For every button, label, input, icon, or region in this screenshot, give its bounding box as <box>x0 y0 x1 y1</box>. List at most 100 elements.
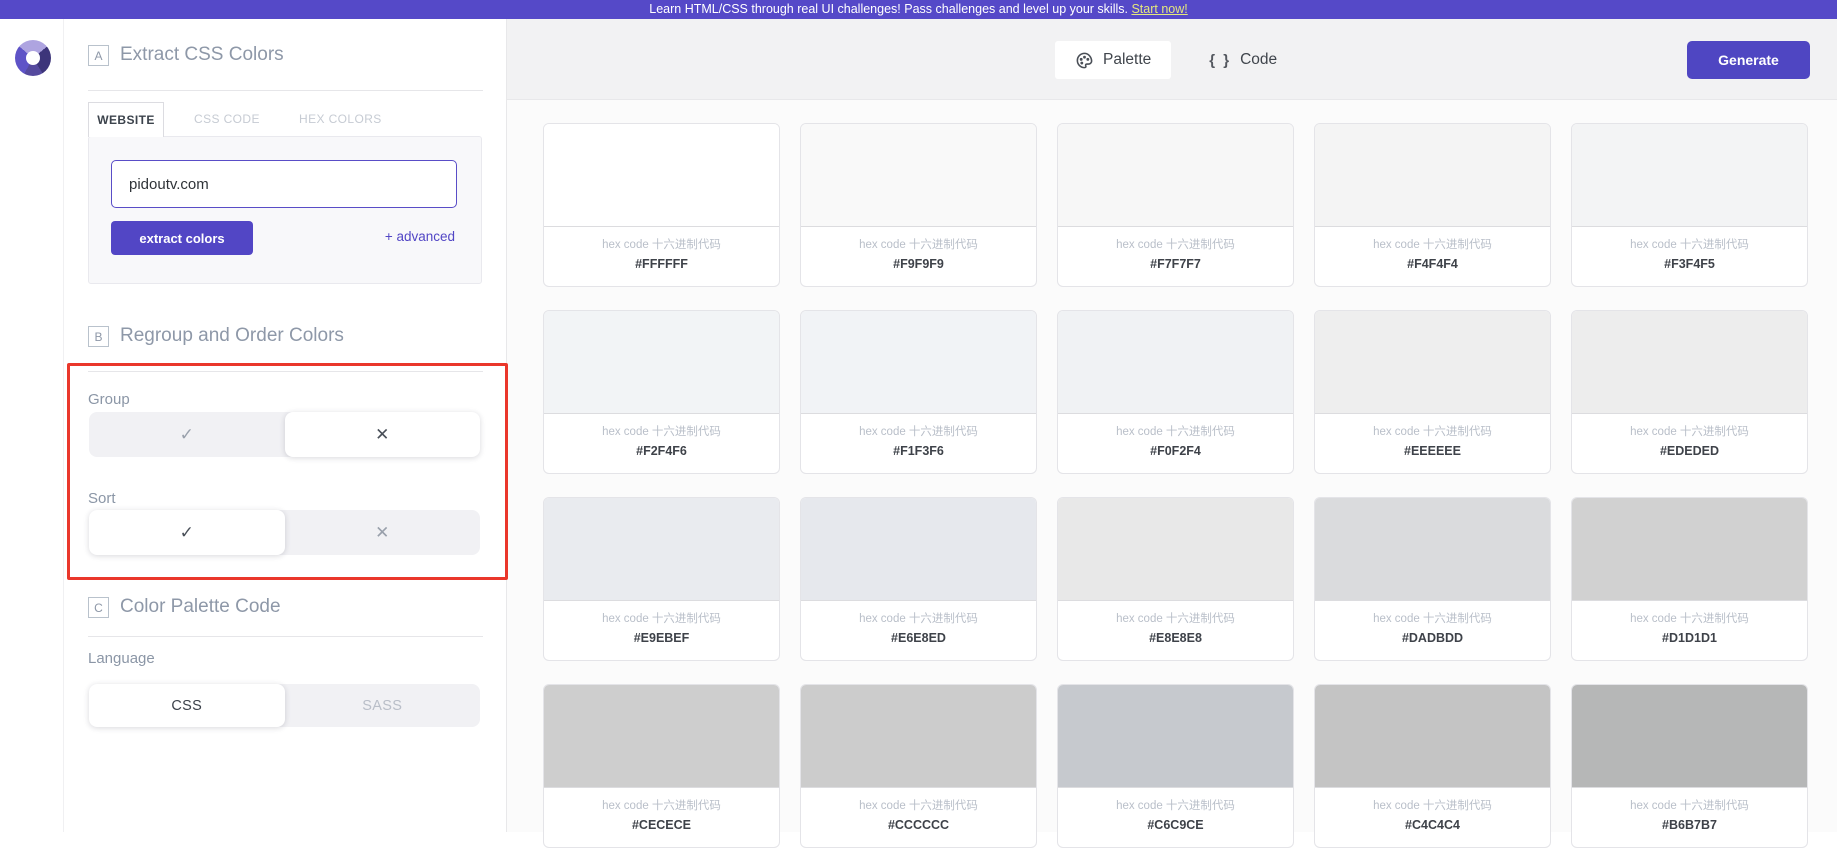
color-card[interactable]: hex code 十六进制代码 #F4F4F4 <box>1314 123 1551 287</box>
hex-code-caption: hex code 十六进制代码 <box>1315 610 1550 626</box>
language-css-option[interactable]: CSS <box>89 684 285 727</box>
section-a-heading: A Extract CSS Colors <box>88 43 284 67</box>
color-swatch <box>1315 311 1550 414</box>
color-card[interactable]: hex code 十六进制代码 #F7F7F7 <box>1057 123 1294 287</box>
hex-value: #F3F4F5 <box>1572 257 1807 271</box>
section-b-heading: B Regroup and Order Colors <box>88 324 344 348</box>
hex-value: #D1D1D1 <box>1572 631 1807 645</box>
section-b-title: Regroup and Order Colors <box>120 325 344 347</box>
sidebar: A Extract CSS Colors WEBSITE CSS CODE HE… <box>64 19 507 832</box>
section-a-letter: A <box>88 45 109 66</box>
language-sass-option[interactable]: SASS <box>285 684 481 727</box>
app-logo-icon[interactable] <box>15 40 51 76</box>
hex-code-caption: hex code 十六进制代码 <box>801 236 1036 252</box>
color-swatch <box>544 311 779 414</box>
group-toggle: ✓ ✕ <box>89 412 480 457</box>
color-card[interactable]: hex code 十六进制代码 #F0F2F4 <box>1057 310 1294 474</box>
color-card-label: hex code 十六进制代码 #F1F3F6 <box>801 414 1036 458</box>
color-swatch <box>1058 498 1293 601</box>
hex-value: #F7F7F7 <box>1058 257 1293 271</box>
hex-code-caption: hex code 十六进制代码 <box>544 797 779 813</box>
section-c-divider <box>88 636 483 637</box>
hex-value: #C4C4C4 <box>1315 818 1550 832</box>
color-card-label: hex code 十六进制代码 #E6E8ED <box>801 601 1036 645</box>
color-card[interactable]: hex code 十六进制代码 #E6E8ED <box>800 497 1037 661</box>
color-card[interactable]: hex code 十六进制代码 #B6B7B7 <box>1571 684 1808 848</box>
hex-value: #E9EBEF <box>544 631 779 645</box>
hex-code-caption: hex code 十六进制代码 <box>1058 423 1293 439</box>
color-card[interactable]: hex code 十六进制代码 #E8E8E8 <box>1057 497 1294 661</box>
color-swatch <box>1315 685 1550 788</box>
color-swatch <box>544 124 779 227</box>
hex-value: #EDEDED <box>1572 444 1807 458</box>
color-card-label: hex code 十六进制代码 #F4F4F4 <box>1315 227 1550 271</box>
section-a-title: Extract CSS Colors <box>120 44 284 66</box>
color-swatch <box>1058 685 1293 788</box>
main-header: Palette { } Code Generate <box>507 19 1837 100</box>
hex-code-caption: hex code 十六进制代码 <box>801 423 1036 439</box>
color-card[interactable]: hex code 十六进制代码 #E9EBEF <box>543 497 780 661</box>
hex-code-caption: hex code 十六进制代码 <box>544 236 779 252</box>
view-toggle: Palette { } Code <box>1055 41 1277 79</box>
color-card[interactable]: hex code 十六进制代码 #C4C4C4 <box>1314 684 1551 848</box>
hex-code-caption: hex code 十六进制代码 <box>801 610 1036 626</box>
website-url-input[interactable] <box>111 160 457 208</box>
color-card[interactable]: hex code 十六进制代码 #F2F4F6 <box>543 310 780 474</box>
sort-toggle: ✓ ✕ <box>89 510 480 555</box>
color-card[interactable]: hex code 十六进制代码 #F3F4F5 <box>1571 123 1808 287</box>
color-card[interactable]: hex code 十六进制代码 #CECECE <box>543 684 780 848</box>
color-swatch <box>544 685 779 788</box>
color-swatch <box>1058 311 1293 414</box>
color-card-label: hex code 十六进制代码 #FFFFFF <box>544 227 779 271</box>
extract-colors-button[interactable]: extract colors <box>111 221 253 255</box>
hex-value: #EEEEEE <box>1315 444 1550 458</box>
color-swatch <box>1315 124 1550 227</box>
language-toggle: CSS SASS <box>89 684 480 727</box>
tab-code[interactable]: { } Code <box>1209 51 1277 69</box>
color-card-label: hex code 十六进制代码 #F7F7F7 <box>1058 227 1293 271</box>
color-card-label: hex code 十六进制代码 #EEEEEE <box>1315 414 1550 458</box>
promo-banner: Learn HTML/CSS through real UI challenge… <box>0 0 1837 19</box>
group-yes-option[interactable]: ✓ <box>89 412 285 457</box>
promo-text: Learn HTML/CSS through real UI challenge… <box>649 2 1128 16</box>
color-card-label: hex code 十六进制代码 #F2F4F6 <box>544 414 779 458</box>
extract-panel: extract colors + advanced <box>88 136 482 284</box>
tab-css-code[interactable]: CSS CODE <box>194 102 260 137</box>
color-card-label: hex code 十六进制代码 #C6C9CE <box>1058 788 1293 832</box>
hex-code-caption: hex code 十六进制代码 <box>801 797 1036 813</box>
advanced-link[interactable]: + advanced <box>385 229 455 244</box>
color-card-label: hex code 十六进制代码 #EDEDED <box>1572 414 1807 458</box>
sort-no-option[interactable]: ✕ <box>285 510 481 555</box>
color-swatch <box>1572 498 1807 601</box>
color-card-label: hex code 十六进制代码 #F0F2F4 <box>1058 414 1293 458</box>
color-card-label: hex code 十六进制代码 #D1D1D1 <box>1572 601 1807 645</box>
tab-hex-colors[interactable]: HEX COLORS <box>299 102 382 137</box>
color-swatch <box>1572 124 1807 227</box>
color-card[interactable]: hex code 十六进制代码 #F1F3F6 <box>800 310 1037 474</box>
color-card[interactable]: hex code 十六进制代码 #D1D1D1 <box>1571 497 1808 661</box>
hex-code-caption: hex code 十六进制代码 <box>1058 610 1293 626</box>
color-card-label: hex code 十六进制代码 #E8E8E8 <box>1058 601 1293 645</box>
color-card[interactable]: hex code 十六进制代码 #FFFFFF <box>543 123 780 287</box>
color-card-label: hex code 十六进制代码 #F9F9F9 <box>801 227 1036 271</box>
color-card[interactable]: hex code 十六进制代码 #F9F9F9 <box>800 123 1037 287</box>
promo-start-now-link[interactable]: Start now! <box>1131 2 1187 16</box>
color-card-label: hex code 十六进制代码 #CECECE <box>544 788 779 832</box>
hex-code-caption: hex code 十六进制代码 <box>1058 236 1293 252</box>
color-card[interactable]: hex code 十六进制代码 #EEEEEE <box>1314 310 1551 474</box>
sort-yes-option[interactable]: ✓ <box>89 510 285 555</box>
tab-website[interactable]: WEBSITE <box>88 102 164 137</box>
group-label: Group <box>88 391 130 411</box>
color-card[interactable]: hex code 十六进制代码 #EDEDED <box>1571 310 1808 474</box>
color-card[interactable]: hex code 十六进制代码 #CCCCCC <box>800 684 1037 848</box>
color-swatch <box>801 685 1036 788</box>
color-swatch <box>801 124 1036 227</box>
group-no-option[interactable]: ✕ <box>285 412 481 457</box>
color-card[interactable]: hex code 十六进制代码 #C6C9CE <box>1057 684 1294 848</box>
generate-button[interactable]: Generate <box>1687 41 1810 79</box>
tab-code-label: Code <box>1240 51 1277 69</box>
section-a-divider <box>88 90 483 91</box>
tab-palette[interactable]: Palette <box>1055 41 1171 79</box>
color-swatch <box>801 311 1036 414</box>
color-card[interactable]: hex code 十六进制代码 #DADBDD <box>1314 497 1551 661</box>
